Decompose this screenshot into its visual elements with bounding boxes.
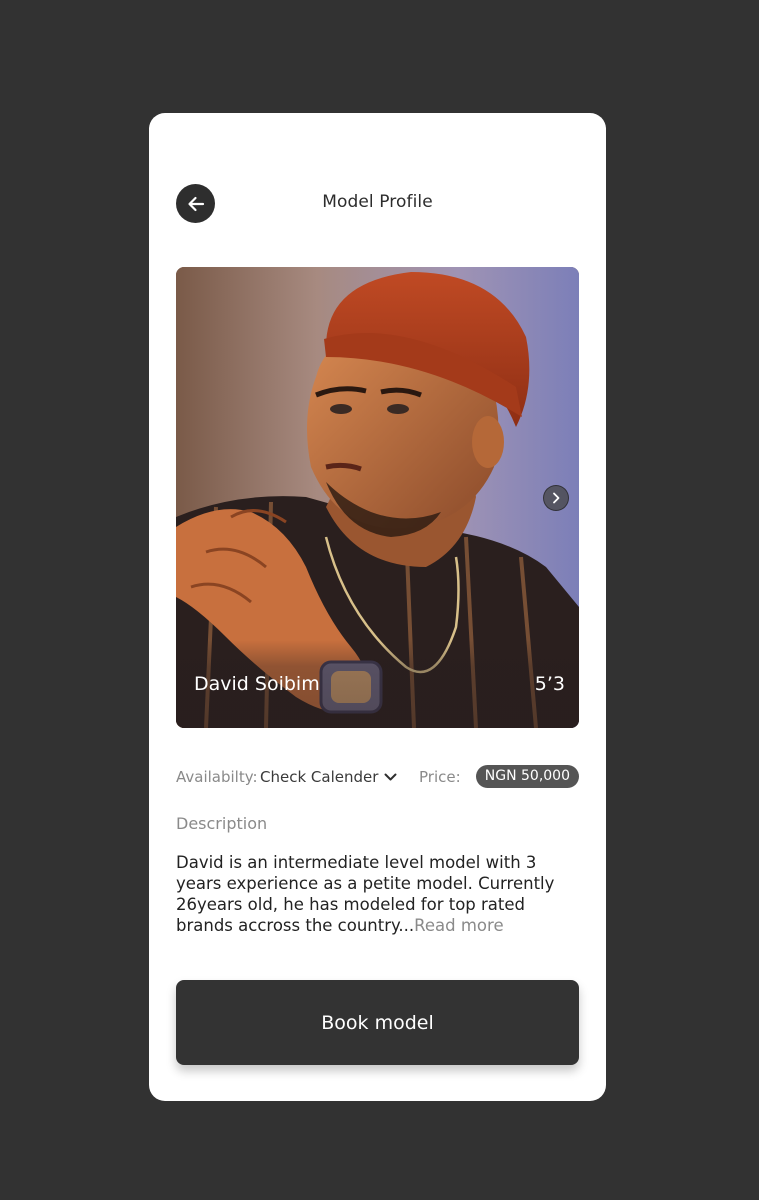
next-photo-button[interactable] bbox=[543, 485, 569, 511]
details-row: Availabilty: Check Calender Price: NGN 5… bbox=[176, 765, 579, 789]
description-label: Description bbox=[176, 814, 268, 833]
model-height: 5’3 bbox=[534, 673, 565, 695]
model-name: David Soibim bbox=[194, 673, 320, 695]
model-photo[interactable]: David Soibim 5’3 bbox=[176, 267, 579, 728]
chevron-right-icon bbox=[553, 492, 560, 504]
model-profile-card: Model Profile David Soibim 5’3 Availabil… bbox=[149, 113, 606, 1101]
price-label: Price: bbox=[419, 768, 461, 786]
chevron-down-icon bbox=[384, 773, 397, 781]
description-text: David is an intermediate level model wit… bbox=[176, 852, 581, 936]
price-badge: NGN 50,000 bbox=[475, 765, 579, 788]
availability-dropdown[interactable]: Check Calender bbox=[260, 768, 397, 786]
availability-value: Check Calender bbox=[260, 768, 379, 786]
availability-label: Availabilty: bbox=[176, 768, 258, 786]
read-more-link[interactable]: Read more bbox=[414, 916, 503, 935]
photo-caption-overlay: David Soibim 5’3 bbox=[176, 640, 579, 728]
page-title: Model Profile bbox=[322, 192, 433, 212]
book-model-button[interactable]: Book model bbox=[176, 980, 579, 1065]
